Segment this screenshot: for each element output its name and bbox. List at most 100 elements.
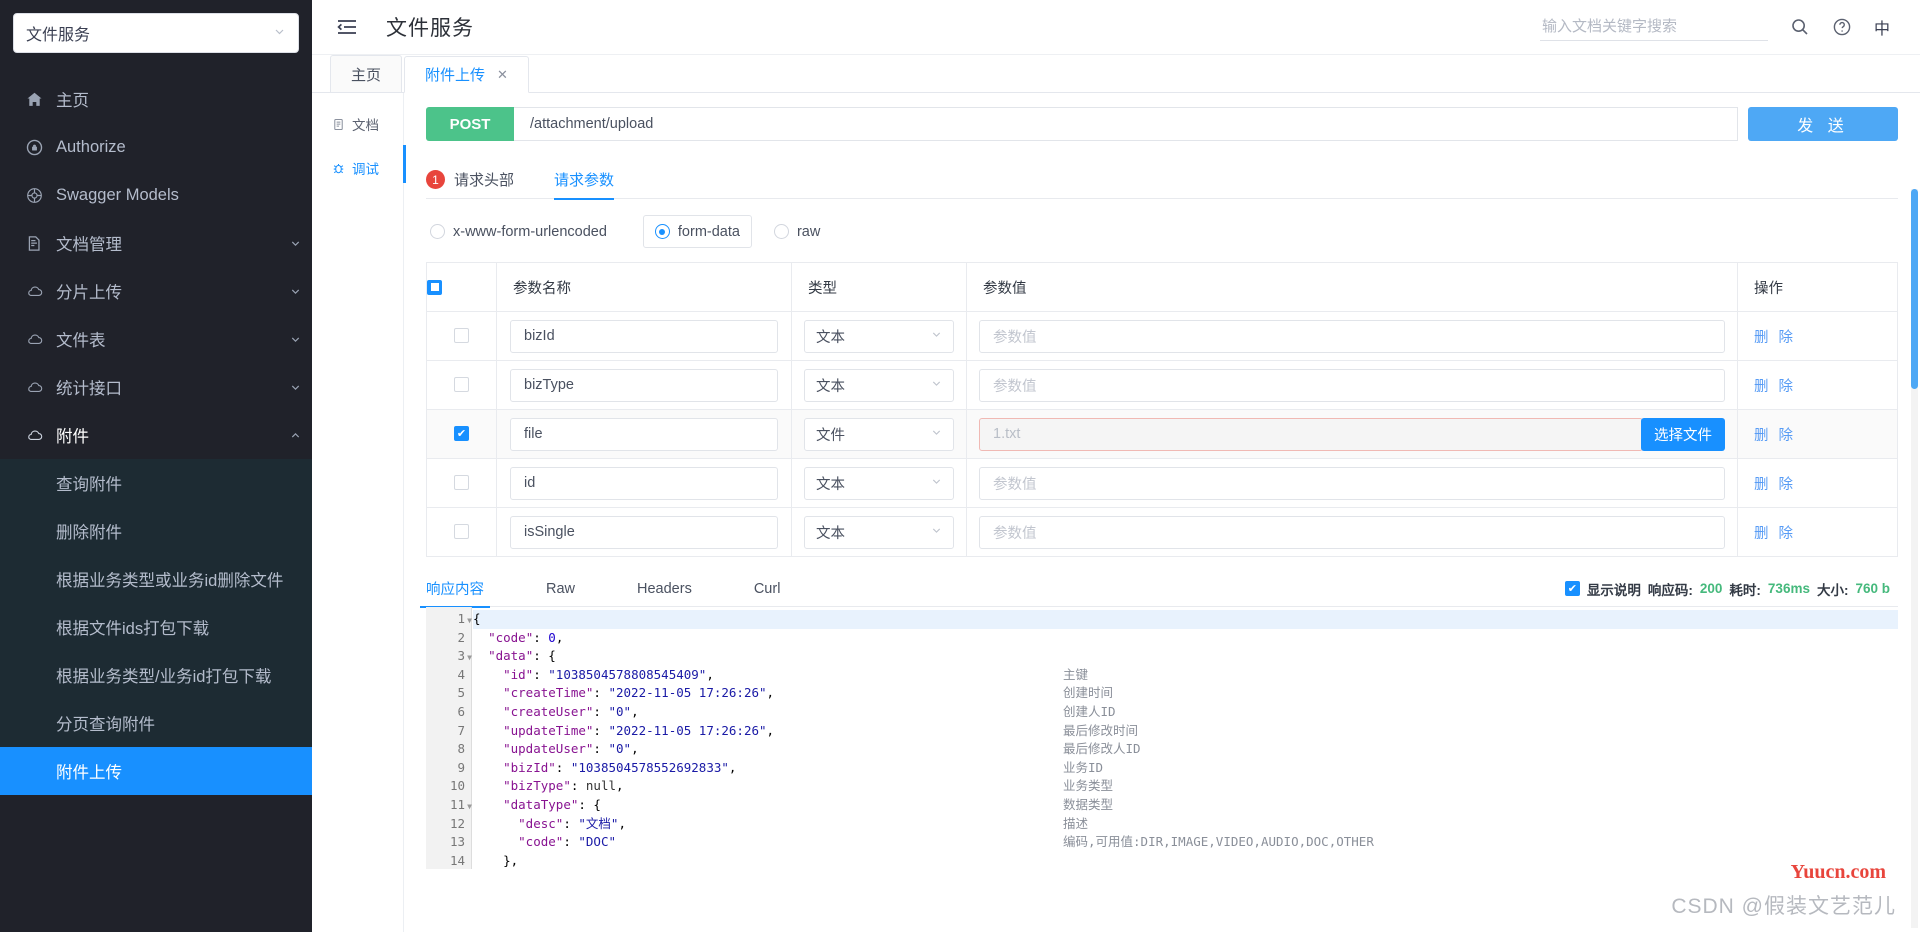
param-value-input[interactable]: 参数值	[979, 368, 1725, 402]
cell-param-type: 文本	[791, 507, 967, 557]
search-wrap	[1539, 13, 1768, 41]
param-name-input[interactable]: file	[510, 417, 778, 451]
param-name-input[interactable]: isSingle	[510, 515, 778, 549]
choose-file-button[interactable]: 选择文件	[1641, 417, 1725, 451]
radio-form-data[interactable]: form-data	[642, 215, 752, 248]
param-value-input[interactable]: 参数值	[979, 515, 1725, 549]
sidebar-item-authorize[interactable]: Authorize	[0, 123, 312, 171]
left-rail: 文档 调试	[312, 93, 404, 932]
tab-request-params[interactable]: 请求参数	[554, 161, 615, 200]
send-button[interactable]: 发 送	[1748, 107, 1898, 141]
header-param-type: 类型	[791, 262, 967, 312]
content-area: 文档 调试 POST /attachment/upload 发 送 1 请求头部…	[312, 93, 1920, 932]
tab-response-raw[interactable]: Raw	[546, 571, 575, 607]
menu-collapse-icon[interactable]	[336, 16, 358, 38]
param-type-select[interactable]: 文本	[804, 515, 954, 549]
tab-home[interactable]: 主页	[330, 55, 403, 92]
param-type-value: 文本	[816, 329, 845, 346]
row-checkbox[interactable]	[454, 328, 469, 344]
cell-param-name: file	[496, 409, 792, 459]
cell-param-name: id	[496, 458, 792, 508]
tab-label: 请求头部	[454, 172, 515, 189]
elapsed-value: 736ms	[1767, 581, 1810, 596]
url-row: POST /attachment/upload 发 送	[426, 107, 1898, 141]
tab-response-curl[interactable]: Curl	[754, 571, 781, 607]
sidebar-subitem-download-by-ids[interactable]: 根据文件ids打包下载	[0, 603, 312, 651]
sidebar-subitem-download-by-biz[interactable]: 根据业务类型/业务id打包下载	[0, 651, 312, 699]
code-line: "id": "1038504578808545409", 主键	[473, 666, 1898, 685]
code-line-number: 11 ▼	[426, 796, 472, 815]
sidebar-item-attachment[interactable]: 附件	[0, 411, 312, 459]
sidebar-item-file-table[interactable]: 文件表	[0, 315, 312, 363]
http-method-badge: POST	[426, 107, 514, 141]
sidebar-subitem-page-query[interactable]: 分页查询附件	[0, 699, 312, 747]
param-type-select[interactable]: 文本	[804, 319, 954, 353]
tab-request-headers[interactable]: 1 请求头部	[426, 161, 514, 199]
show-desc-checkbox[interactable]: ✔	[1564, 581, 1580, 596]
sidebar: 文件服务 主页 Authorize Swagger Models 文档管理 分片…	[0, 0, 312, 932]
tab-attachment-upload[interactable]: 附件上传 ✕	[404, 56, 529, 93]
code-line-number: 6	[457, 703, 465, 719]
param-type-select[interactable]: 文本	[804, 466, 954, 500]
sidebar-subitem-query-attachment[interactable]: 查询附件	[0, 459, 312, 507]
row-checkbox[interactable]	[454, 475, 469, 491]
param-type-select[interactable]: 文本	[804, 368, 954, 402]
tab-response-headers[interactable]: Headers	[637, 571, 692, 607]
search-icon[interactable]	[1790, 17, 1810, 37]
rail-item-doc[interactable]: 文档	[312, 107, 403, 141]
rail-spacer	[312, 141, 403, 151]
sidebar-subitem-delete-attachment[interactable]: 删除附件	[0, 507, 312, 555]
chevron-down-icon	[931, 476, 942, 490]
code-line-number: 10	[449, 778, 465, 794]
cell-param-type: 文件	[791, 409, 967, 459]
response-meta: ✔ 显示说明 响应码: 200 耗时: 736ms 大小: 760 b	[1564, 579, 1898, 599]
row-checkbox[interactable]	[454, 377, 469, 393]
radio-urlencoded[interactable]: x-www-form-urlencoded	[430, 224, 607, 240]
row-checkbox[interactable]: ✔	[454, 426, 469, 442]
close-icon[interactable]: ✕	[497, 67, 508, 83]
help-circle-icon[interactable]	[1832, 17, 1852, 37]
param-name-input[interactable]: bizId	[510, 319, 778, 353]
tab-label: 请求参数	[554, 172, 615, 189]
sidebar-item-swagger-models[interactable]: Swagger Models	[0, 171, 312, 219]
delete-row-button[interactable]: 删 除	[1738, 379, 1796, 395]
sidebar-item-stats-api[interactable]: 统计接口	[0, 363, 312, 411]
sidebar-item-doc-manage[interactable]: 文档管理	[0, 219, 312, 267]
radio-raw[interactable]: raw	[773, 224, 820, 240]
param-type-select[interactable]: 文件	[804, 417, 954, 451]
code-line-number: 5	[457, 685, 465, 701]
tab-response-content[interactable]: 响应内容	[420, 571, 490, 608]
cell-param-value: 参数值	[966, 360, 1738, 410]
delete-row-button[interactable]: 删 除	[1738, 330, 1796, 346]
table-row: ✔ file 文件 1.txt 选择文件 删 除	[426, 409, 1898, 459]
language-toggle[interactable]: 中	[1874, 15, 1890, 39]
delete-row-button[interactable]: 删 除	[1738, 477, 1796, 493]
service-select[interactable]: 文件服务	[13, 13, 299, 53]
cell-operations: 删 除	[1737, 507, 1898, 557]
param-type-value: 文件	[816, 427, 845, 444]
param-value-input[interactable]: 参数值	[979, 319, 1725, 353]
body-type-radios: x-www-form-urlencoded form-data raw	[426, 215, 1898, 248]
sidebar-subitem-delete-by-biz[interactable]: 根据业务类型或业务id删除文件	[0, 555, 312, 603]
rail-item-debug[interactable]: 调试	[312, 151, 403, 185]
sidebar-item-chunk-upload[interactable]: 分片上传	[0, 267, 312, 315]
delete-row-button[interactable]: 删 除	[1738, 428, 1796, 444]
code-line: "createTime": "2022-11-05 17:26:26", 创建时间	[473, 684, 1898, 703]
response-code-viewer[interactable]: 1▼23▼4567891011▼121314151617181920212223…	[426, 607, 1898, 869]
param-name-input[interactable]: bizType	[510, 368, 778, 402]
select-all-checkbox[interactable]	[427, 279, 442, 295]
code-comment: 最后修改人ID	[1063, 741, 1141, 757]
param-name-input[interactable]: id	[510, 466, 778, 500]
sidebar-subitem-attachment-upload[interactable]: 附件上传	[0, 747, 312, 795]
status-badge: 1	[426, 170, 445, 189]
sidebar-item-home[interactable]: 主页	[0, 75, 312, 123]
code-comment: 业务ID	[1063, 759, 1104, 775]
table-row: isSingle 文本 参数值 删 除	[426, 507, 1898, 557]
param-value-input[interactable]: 参数值	[979, 466, 1725, 500]
search-input[interactable]	[1539, 13, 1768, 41]
row-checkbox[interactable]	[454, 524, 469, 540]
url-input[interactable]: /attachment/upload	[514, 107, 1738, 141]
code-line: "desc": "文档", 描述	[473, 815, 1898, 834]
vertical-scrollbar[interactable]	[1911, 189, 1918, 389]
delete-row-button[interactable]: 删 除	[1738, 526, 1796, 542]
